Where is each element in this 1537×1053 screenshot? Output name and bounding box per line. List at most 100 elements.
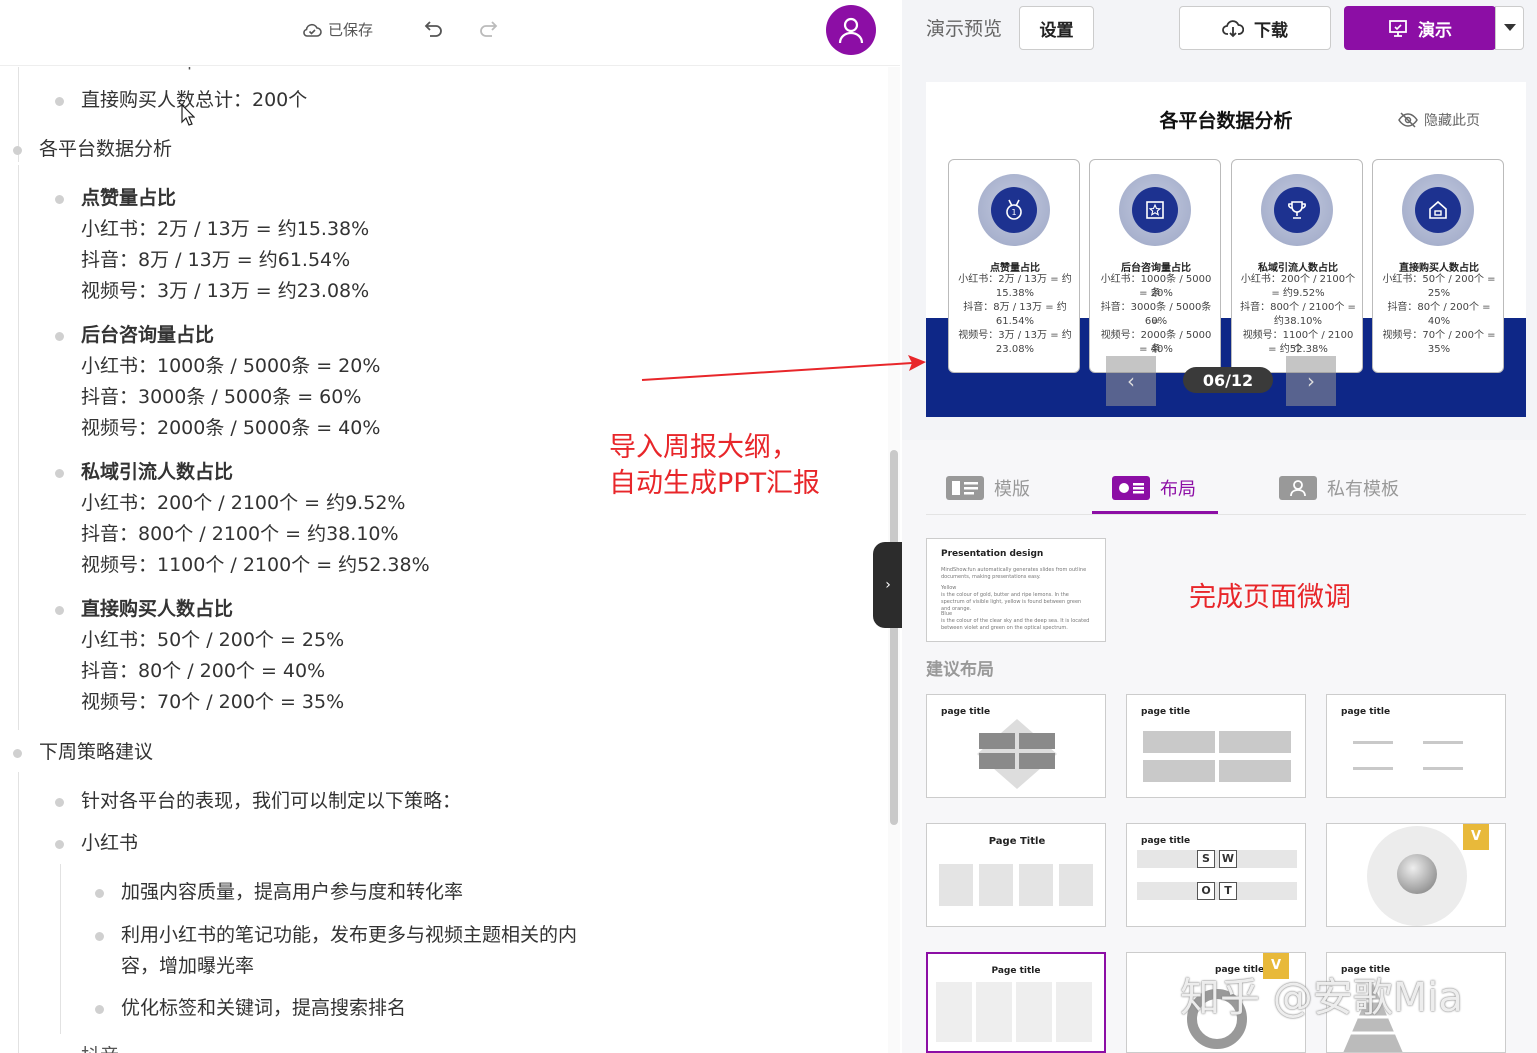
truncated-line: 个 xyxy=(180,67,199,78)
outline-section-title[interactable]: 各平台数据分析 xyxy=(39,134,172,165)
prev-slide-button[interactable]: ‹ xyxy=(1106,356,1156,406)
outline-item[interactable]: 针对各平台的表现，我们可以制定以下策略： xyxy=(81,786,461,817)
outline-item[interactable]: 加强内容质量，提高用户参与度和转化率 xyxy=(121,877,463,908)
card-line: 约38.10% xyxy=(1273,316,1323,327)
outline-line[interactable]: 抖音：800个 / 2100个 = 约38.10% xyxy=(81,519,399,550)
tab-templates[interactable]: 模版 xyxy=(946,475,1030,501)
outline-guide xyxy=(60,864,61,1034)
layout-title: page title xyxy=(1141,836,1191,846)
outline-line[interactable]: 视频号：1100个 / 2100个 = 约52.38% xyxy=(81,550,430,581)
undo-icon[interactable] xyxy=(422,18,444,40)
download-label: 下载 xyxy=(1254,20,1288,41)
card-medal xyxy=(1402,174,1474,246)
editor-toolbar: 已保存 xyxy=(0,0,900,66)
outline-panel: 个 直接购买人数总计：200个 各平台数据分析 点赞量占比 小红书：2万 / 1… xyxy=(0,0,900,1053)
redo-icon[interactable] xyxy=(478,18,500,40)
layout-icon xyxy=(1112,476,1150,500)
slide-card: 后台咨询量占比 小红书：1000条 / 5000条 = 20% 抖音：3000条… xyxy=(1089,159,1221,373)
card-medal: 1 xyxy=(978,174,1050,246)
layout-option[interactable]: page title xyxy=(1126,694,1306,798)
cloud-download-icon xyxy=(1222,20,1244,38)
slide-pager: 06/12 xyxy=(1183,367,1273,393)
chevron-right-icon: › xyxy=(885,577,891,593)
layout-option[interactable]: page title xyxy=(926,694,1106,798)
layout-block xyxy=(1143,731,1215,753)
card-medal xyxy=(1119,174,1191,246)
outline-line[interactable]: 视频号：2000条 / 5000条 = 40% xyxy=(81,413,380,444)
watermark: 知乎 @安歌Mia xyxy=(1180,975,1463,1021)
outline-line[interactable]: 视频号：3万 / 13万 = 约23.08% xyxy=(81,276,369,307)
hide-page-button[interactable]: 隐藏此页 xyxy=(1398,110,1480,130)
outline-line[interactable]: 抖音：3000条 / 5000条 = 60% xyxy=(81,382,361,413)
present-label: 演示 xyxy=(1418,20,1452,41)
swot-o: O xyxy=(1197,882,1215,900)
card-line: 小红书：50个 / 200个 = xyxy=(1382,274,1496,285)
outline-group-heading[interactable]: 直接购买人数占比 xyxy=(81,594,233,625)
layout-option[interactable]: V xyxy=(1326,823,1506,927)
layout-block xyxy=(936,982,972,1042)
outline-guide xyxy=(18,165,19,730)
layout-block xyxy=(1016,982,1052,1042)
template-icon xyxy=(946,476,984,500)
card-line: 40% xyxy=(1427,316,1451,327)
tab-label: 私有模板 xyxy=(1327,479,1399,500)
bullet xyxy=(55,840,64,849)
layout-sphere xyxy=(1397,854,1437,894)
present-button[interactable]: 演示 xyxy=(1344,6,1496,50)
outline-line[interactable]: 小红书：2万 / 13万 = 约15.38% xyxy=(81,214,369,245)
layout-block xyxy=(1219,731,1291,753)
user-avatar[interactable] xyxy=(826,5,876,55)
layout-tabs: 模版 布局 私有模板 xyxy=(926,465,1526,515)
card-line: = 约9.52% xyxy=(1271,288,1325,299)
settings-button[interactable]: 设置 xyxy=(1019,6,1094,50)
outline-scrollbar-thumb[interactable] xyxy=(890,450,898,825)
layout-option[interactable]: page title S W O T xyxy=(1126,823,1306,927)
outline-item[interactable]: 优化标签和关键词，提高搜索排名 xyxy=(121,993,406,1024)
outline-line[interactable]: 小红书：200个 / 2100个 = 约9.52% xyxy=(81,488,405,519)
layout-title: page title xyxy=(1341,707,1391,717)
annotation-finetune: 完成页面微调 xyxy=(1189,582,1351,613)
present-dropdown-button[interactable] xyxy=(1495,6,1524,50)
tab-label: 布局 xyxy=(1160,479,1196,500)
download-button[interactable]: 下载 xyxy=(1179,6,1331,50)
outline-item[interactable]: 小红书 xyxy=(81,828,138,859)
outline-line[interactable]: 视频号：70个 / 200个 = 35% xyxy=(81,687,344,718)
annotation-generate: 自动生成PPT汇报 xyxy=(609,468,821,499)
preview-header: 演示预览 设置 下载 演示 xyxy=(902,0,1537,62)
outline-line[interactable]: 抖音：8万 / 13万 = 约61.54% xyxy=(81,245,350,276)
outline-section-title[interactable]: 下周策略建议 xyxy=(39,737,153,768)
outline-item[interactable]: 利用小红书的笔记功能，发布更多与视频主题相关的内 xyxy=(121,920,577,951)
chevron-right-icon: › xyxy=(1307,369,1315,393)
outline-group-heading[interactable]: 私域引流人数占比 xyxy=(81,457,233,488)
tab-layout[interactable]: 布局 xyxy=(1112,475,1196,501)
slide-preview[interactable]: 各平台数据分析 隐藏此页 1 点赞量占比 小红书：2万 / 13万 = 约 15… xyxy=(926,82,1526,417)
outline-group-heading[interactable]: 后台咨询量占比 xyxy=(81,320,214,351)
outline-guide xyxy=(18,772,19,1053)
tab-private-templates[interactable]: 私有模板 xyxy=(1279,475,1399,501)
bullet xyxy=(95,1005,104,1014)
layout-option-selected[interactable]: Page title xyxy=(926,952,1106,1053)
caret-down-icon xyxy=(1503,24,1516,31)
layout-option[interactable]: page title xyxy=(1326,694,1506,798)
outline-line[interactable]: 抖音：80个 / 200个 = 40% xyxy=(81,656,325,687)
collapse-panel-button[interactable]: › xyxy=(873,542,903,628)
outline-item-continued[interactable]: 容，增加曝光率 xyxy=(121,951,254,982)
outline-editor[interactable]: 个 直接购买人数总计：200个 各平台数据分析 点赞量占比 小红书：2万 / 1… xyxy=(0,67,890,1053)
outline-group-heading[interactable]: 点赞量占比 xyxy=(81,183,176,214)
bullet xyxy=(95,932,104,941)
user-icon xyxy=(838,17,864,44)
current-layout-card[interactable]: Presentation design MindShow.fun automat… xyxy=(926,538,1106,642)
layout-option[interactable]: Page Title xyxy=(926,823,1106,927)
card-line: = 40% xyxy=(1139,344,1173,355)
truncated-line: 抖音 xyxy=(81,1041,119,1053)
suggested-layouts-label: 建议布局 xyxy=(926,660,994,680)
mouse-cursor-icon xyxy=(181,104,195,126)
outline-line[interactable]: 小红书：1000条 / 5000条 = 20% xyxy=(81,351,380,382)
annotation-arrow xyxy=(641,355,926,381)
layout-block xyxy=(1353,767,1393,770)
next-slide-button[interactable]: › xyxy=(1286,356,1336,406)
layout-block xyxy=(1219,760,1291,782)
outline-line[interactable]: 小红书：50个 / 200个 = 25% xyxy=(81,625,344,656)
layout-text: Blue xyxy=(941,611,953,617)
bullet xyxy=(55,606,64,615)
